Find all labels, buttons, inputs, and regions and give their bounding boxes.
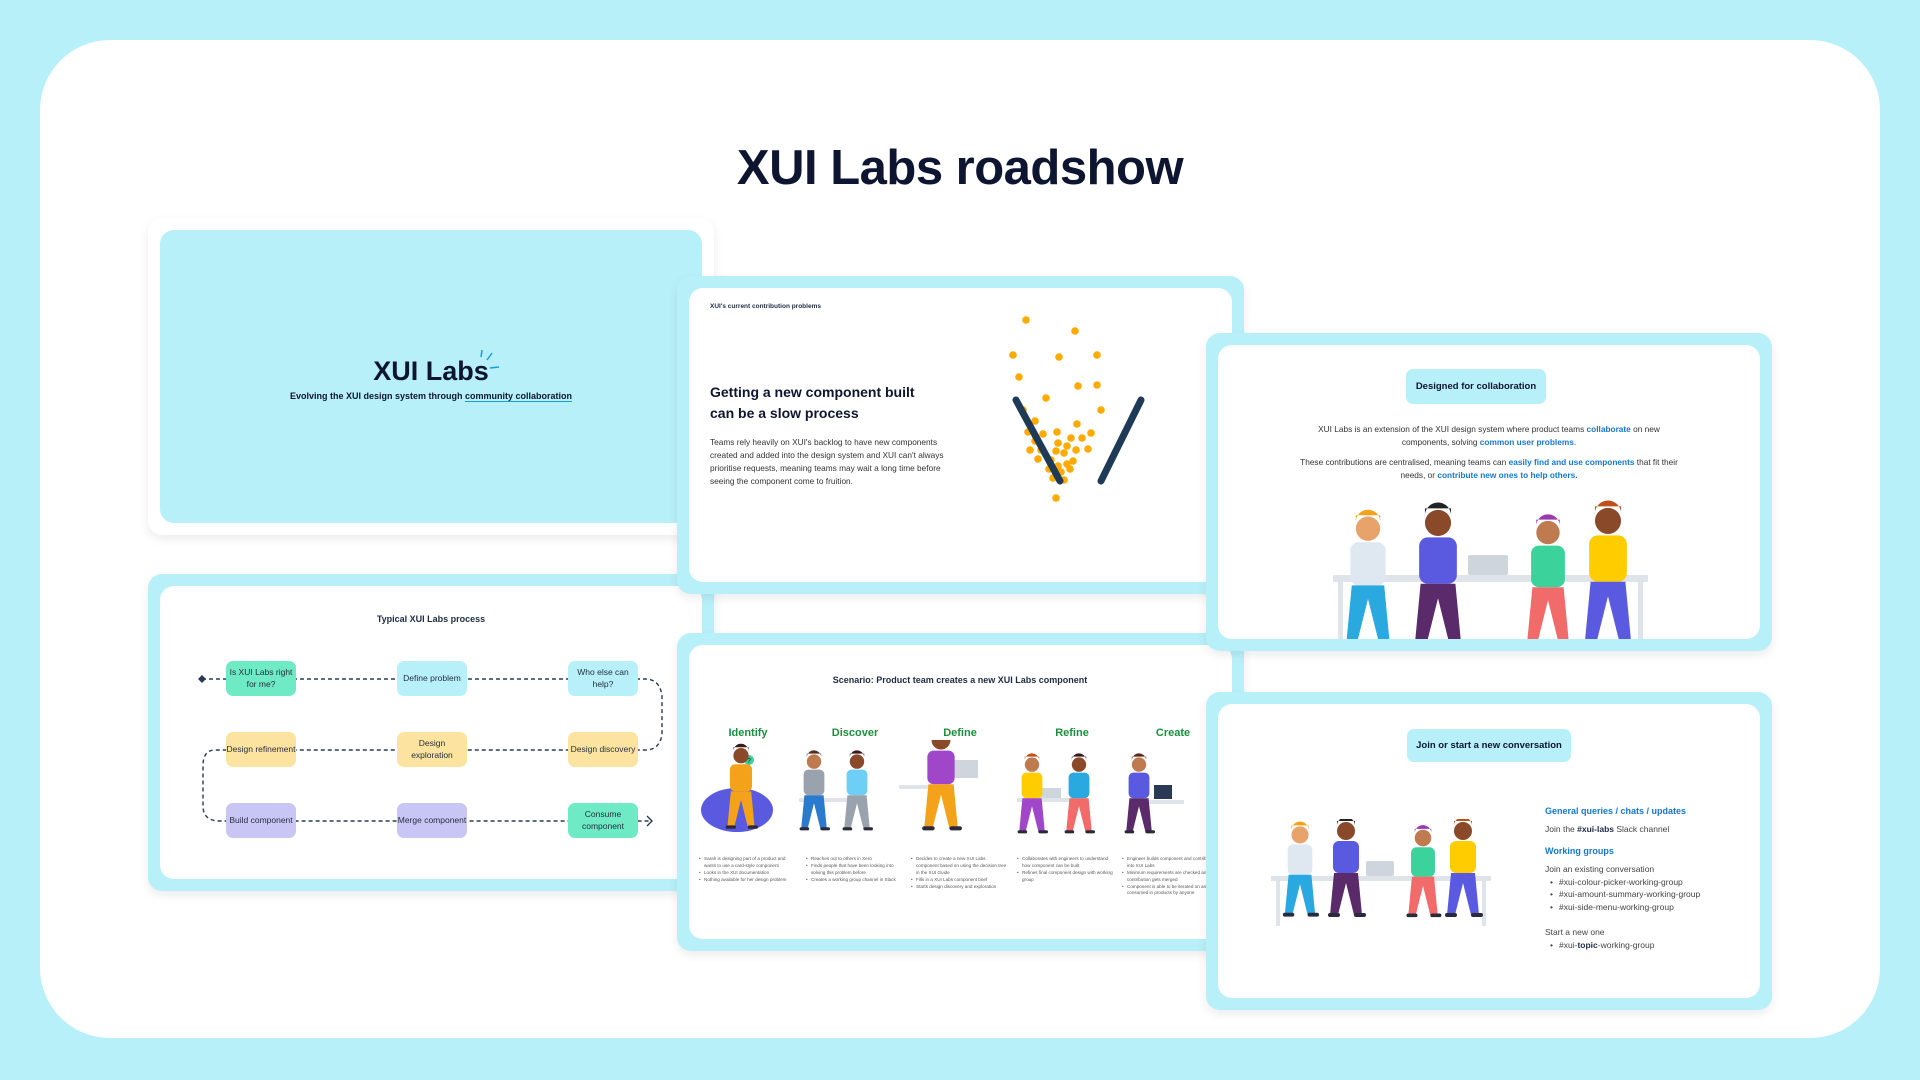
process-step: Design exploration bbox=[397, 732, 467, 767]
falling-dot bbox=[1052, 447, 1060, 455]
falling-dot bbox=[1015, 373, 1023, 381]
slide-collab-card[interactable]: Designed for collaboration XUI Labs is a… bbox=[1206, 333, 1772, 651]
collab-paragraph-2: These contributions are centralised, mea… bbox=[1300, 457, 1678, 480]
person-figure bbox=[1445, 819, 1483, 917]
falling-dot bbox=[1067, 434, 1075, 442]
person-figure bbox=[1406, 825, 1442, 918]
person-figure bbox=[1064, 753, 1095, 834]
join-conversation-badge: Join or start a new conversation bbox=[1407, 729, 1571, 762]
slide-title-body: XUI Labs Evolving the XUI design system … bbox=[160, 230, 702, 523]
falling-dot bbox=[1055, 353, 1063, 361]
slide-scenario-card[interactable]: Scenario: Product team creates a new XUI… bbox=[677, 633, 1244, 951]
process-step: Build component bbox=[226, 803, 296, 838]
xui-labs-channel-link[interactable]: #xui-labs bbox=[1577, 824, 1614, 834]
process-step: Merge component bbox=[397, 803, 467, 838]
team-illustration bbox=[1271, 819, 1491, 926]
falling-dot bbox=[1009, 351, 1017, 359]
person-figure bbox=[799, 750, 830, 831]
team-illustration bbox=[1333, 500, 1648, 639]
new-label: Start a new one bbox=[1545, 926, 1605, 937]
slide-title-subtitle: Evolving the XUI design system through c… bbox=[289, 391, 573, 402]
process-step: Design refinement bbox=[226, 732, 296, 767]
falling-dot bbox=[1072, 446, 1080, 454]
falling-dot bbox=[1053, 428, 1061, 436]
falling-dot bbox=[1039, 430, 1047, 438]
stage-discover: Discover bbox=[831, 727, 879, 739]
slide-process-body: Typical XUI Labs process Is XUI Labs rig… bbox=[160, 586, 702, 879]
process-step: Is XUI Labs right for me? bbox=[226, 661, 296, 696]
stage-define: Define bbox=[943, 727, 977, 739]
slide-scenario-body: Scenario: Product team creates a new XUI… bbox=[689, 645, 1232, 939]
falling-dot bbox=[1078, 434, 1086, 442]
stage-identify: Identify bbox=[728, 727, 768, 739]
falling-dot bbox=[1084, 445, 1092, 453]
falling-dot bbox=[1074, 382, 1082, 390]
falling-dot bbox=[1054, 439, 1062, 447]
existing-label: Join an existing conversation bbox=[1545, 863, 1655, 874]
falling-dot bbox=[1052, 494, 1060, 502]
slide-join-body: Join or start a new conversation General… bbox=[1218, 704, 1760, 998]
designed-for-collaboration-badge: Designed for collaboration bbox=[1406, 369, 1546, 404]
new-channel-item: #xui-topic-working-group bbox=[1545, 939, 1700, 952]
slide-problem-card[interactable]: XUI's current contribution problems Gett… bbox=[677, 276, 1244, 594]
stage-bullets: Decides to create a new XUI Labs compone… bbox=[911, 856, 1009, 890]
stage-bullets: Reaches out to others in XeroFinds peopl… bbox=[806, 856, 904, 884]
flow-start-diamond bbox=[198, 675, 206, 683]
falling-dot bbox=[1097, 406, 1105, 414]
slide-join-card[interactable]: Join or start a new conversation General… bbox=[1206, 692, 1772, 1010]
process-step: Define problem bbox=[397, 661, 467, 696]
person-figure bbox=[1282, 821, 1319, 917]
process-step: Who else can help? bbox=[568, 661, 638, 696]
person-figure bbox=[1346, 509, 1390, 639]
channel-item[interactable]: #xui-colour-picker-working-group bbox=[1545, 876, 1700, 889]
falling-dot bbox=[1034, 455, 1042, 463]
existing-groups-list: #xui-colour-picker-working-group #xui-am… bbox=[1545, 876, 1700, 914]
falling-dot bbox=[1066, 465, 1074, 473]
join-line: Join the #xui-labs Slack channel bbox=[1545, 823, 1670, 834]
falling-dot bbox=[1073, 420, 1081, 428]
channel-item[interactable]: #xui-side-menu-working-group bbox=[1545, 901, 1700, 914]
falling-dot bbox=[1026, 446, 1034, 454]
stage-bullets: Collaborates with engineers to understan… bbox=[1017, 856, 1115, 884]
falling-dot bbox=[1093, 381, 1101, 389]
process-step: Design discovery bbox=[568, 732, 638, 767]
working-groups-heading: Working groups bbox=[1545, 846, 1614, 857]
falling-dot bbox=[1022, 316, 1030, 324]
join-info: General queries / chats / updates Join t… bbox=[1545, 805, 1700, 951]
slide-process-card[interactable]: Typical XUI Labs process Is XUI Labs rig… bbox=[148, 574, 714, 891]
scenario-illustrations: ? bbox=[701, 740, 1184, 834]
person-figure bbox=[1585, 500, 1631, 639]
stage-bullets: Sarah is designing part of a product and… bbox=[699, 856, 797, 884]
page-title: XUI Labs roadshow bbox=[736, 141, 1184, 195]
person-figure bbox=[1328, 819, 1366, 917]
slide-title-card[interactable]: XUI Labs Evolving the XUI design system … bbox=[148, 218, 714, 535]
sparkle-icon bbox=[480, 349, 500, 369]
funnel-illustration bbox=[1009, 316, 1145, 502]
person-figure bbox=[842, 750, 873, 831]
falling-dot bbox=[1042, 394, 1050, 402]
falling-dot bbox=[1060, 449, 1068, 457]
person-figure bbox=[1124, 753, 1155, 834]
channel-item[interactable]: #xui-amount-summary-working-group bbox=[1545, 888, 1700, 901]
falling-dot bbox=[1093, 351, 1101, 359]
general-heading: General queries / chats / updates bbox=[1545, 806, 1687, 816]
stage-refine: Refine bbox=[1055, 727, 1089, 739]
scenario-title: Scenario: Product team creates a new XUI… bbox=[832, 675, 1088, 685]
collab-paragraph-1: XUI Labs is an extension of the XUI desi… bbox=[1318, 424, 1660, 447]
slide-collab-body: Designed for collaboration XUI Labs is a… bbox=[1218, 345, 1760, 639]
slide-problem-body: XUI's current contribution problems Gett… bbox=[689, 288, 1232, 582]
person-figure bbox=[1415, 502, 1461, 639]
falling-dot bbox=[1087, 429, 1095, 437]
falling-dot bbox=[1063, 442, 1071, 450]
process-step: Consume component bbox=[568, 803, 638, 838]
xui-labs-logo: XUI Labs bbox=[373, 356, 489, 386]
falling-dot bbox=[1071, 327, 1079, 335]
